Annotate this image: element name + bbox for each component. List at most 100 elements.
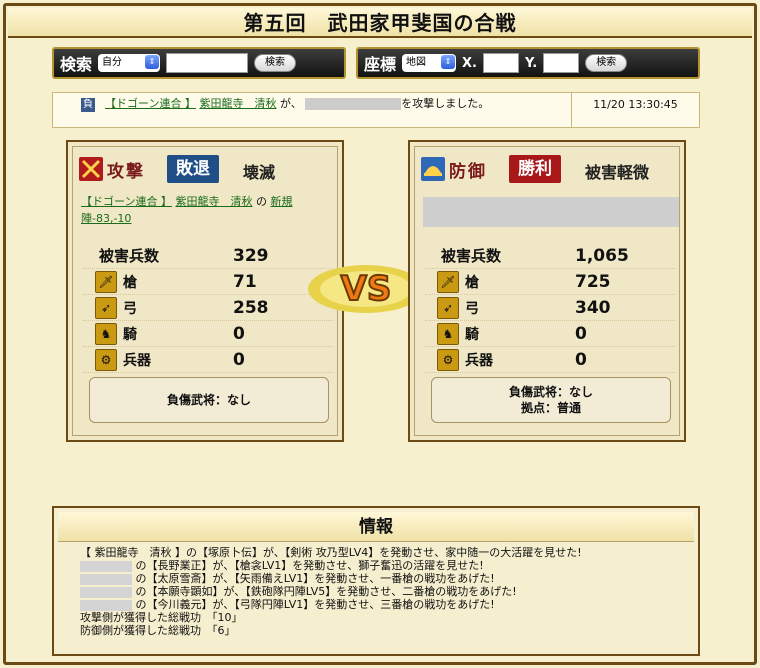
attack-spear-label: 槍 <box>123 274 137 291</box>
defense-cavalry-label: 騎 <box>465 326 479 343</box>
defense-siege-value: 0 <box>575 349 587 370</box>
select-arrows-icon: ⇕ <box>441 55 456 69</box>
defense-bow-label: 弓 <box>465 300 479 317</box>
attack-total-value: 329 <box>233 245 269 266</box>
y-coord-input[interactable] <box>543 53 580 73</box>
defense-cavalry-row: ♞ 騎 0 <box>425 321 675 347</box>
attack-panel: 攻撃 敗退 壊滅 【ドゴーン連合 】 紫田龍寺 清秋 の 新規陣-83,-10 … <box>66 140 344 442</box>
defense-base-text: 拠点：普通 <box>520 401 581 415</box>
horse-icon: ♞ <box>437 322 459 345</box>
attack-siege-row: ⚙ 兵器 0 <box>83 347 333 373</box>
search-button[interactable]: 検索 <box>254 54 297 72</box>
attacker-info: 【ドゴーン連合 】 紫田龍寺 清秋 の 新規陣-83,-10 <box>81 193 337 227</box>
attack-siege-value: 0 <box>233 349 245 370</box>
coords-toolbar: 座標 地図 ⇕ X. Y. 検索 <box>356 47 700 79</box>
map-select[interactable]: 地図 ⇕ <box>402 54 457 72</box>
attack-spear-row: 🗡 槍 71 <box>83 269 333 295</box>
attack-wounded-text: 負傷武将：なし <box>166 393 251 407</box>
attack-cavalry-label: 騎 <box>123 326 137 343</box>
message-time: 11/20 13:30:45 <box>571 93 699 127</box>
info-line: 【 紫田龍寺 清秋 】の【塚原卜伝】が、【剣術 攻乃型LV4】を発動させ、家中随… <box>80 546 582 559</box>
attacker-location-sep: の <box>255 195 267 208</box>
select-arrows-icon: ⇕ <box>145 55 160 69</box>
redacted-player <box>80 573 132 585</box>
attack-result-badge: 敗退 <box>167 155 219 183</box>
attack-role: 攻撃 <box>107 162 145 182</box>
attack-wounded-box: 負傷武将：なし <box>89 377 329 423</box>
svg-text:VS: VS <box>341 269 392 309</box>
info-title: 情報 <box>58 512 694 542</box>
siege-weapon-icon: ⚙ <box>437 348 459 371</box>
info-lines: 【 紫田龍寺 清秋 】の【塚原卜伝】が、【剣術 攻乃型LV4】を発動させ、家中随… <box>80 546 680 637</box>
defense-damage-status: 被害軽微 <box>585 163 650 182</box>
attack-damage-status: 壊滅 <box>243 163 276 182</box>
map-select-value: 地図 <box>406 57 427 68</box>
defense-total-value: 1,065 <box>575 245 629 266</box>
defense-siege-label: 兵器 <box>465 352 493 369</box>
coords-search-button[interactable]: 検索 <box>585 54 628 72</box>
attacker-alliance-link[interactable]: 【ドゴーン連合 】 <box>81 195 172 208</box>
info-panel: 情報 【 紫田龍寺 清秋 】の【塚原卜伝】が、【剣術 攻乃型LV4】を発動させ、… <box>52 506 700 656</box>
defense-siege-row: ⚙ 兵器 0 <box>425 347 675 373</box>
x-coord-input[interactable] <box>482 53 519 73</box>
attack-total-row: 被害兵数 329 <box>83 243 333 269</box>
defense-role: 防御 <box>449 162 487 182</box>
defense-merit: 防御側が獲得した総戦功 「6」 <box>80 624 236 637</box>
defense-wounded-box: 負傷武将：なし 拠点：普通 <box>431 377 671 423</box>
spear-icon: 🗡 <box>95 270 117 293</box>
attack-cavalry-value: 0 <box>233 323 245 344</box>
defense-spear-value: 725 <box>575 271 611 292</box>
search-scope-value: 自分 <box>102 57 123 68</box>
attack-bow-label: 弓 <box>123 300 137 317</box>
coords-label: 座標 <box>364 55 397 74</box>
attack-panel-inner: 攻撃 敗退 壊滅 【ドゴーン連合 】 紫田龍寺 清秋 の 新規陣-83,-10 … <box>72 146 338 436</box>
info-line-text: の【本願寺顕如】が、【鉄砲隊円陣LV5】を発動させ、二番槍の戦功をあげた! <box>135 585 517 598</box>
redacted-target <box>305 98 402 110</box>
bow-icon: ➶ <box>95 296 117 319</box>
spear-icon: 🗡 <box>437 270 459 293</box>
search-label: 検索 <box>60 55 93 74</box>
x-label: X. <box>462 55 477 71</box>
info-line-text: の【太原雪斎】が、【矢雨備えLV1】を発動させ、一番槍の戦功をあげた! <box>135 572 495 585</box>
defense-cavalry-value: 0 <box>575 323 587 344</box>
defense-stats: 被害兵数 1,065 🗡 槍 725 ➶ 弓 340 ♞ 騎 0 ⚙ 兵器 0 <box>425 243 675 373</box>
defense-spear-label: 槍 <box>465 274 479 291</box>
attack-bow-row: ➶ 弓 258 <box>83 295 333 321</box>
attack-stats: 被害兵数 329 🗡 槍 71 ➶ 弓 258 ♞ 騎 0 ⚙ 兵器 0 <box>83 243 333 373</box>
horse-icon: ♞ <box>95 322 117 345</box>
info-line: の【本願寺顕如】が、【鉄砲隊円陣LV5】を発動させ、二番槍の戦功をあげた! <box>80 585 680 598</box>
defense-total-row: 被害兵数 1,065 <box>425 243 675 269</box>
redacted-defender <box>423 197 679 227</box>
y-label: Y. <box>524 55 538 71</box>
defense-total-label: 被害兵数 <box>441 247 502 265</box>
search-scope-select[interactable]: 自分 ⇕ <box>98 54 161 72</box>
attack-bow-value: 258 <box>233 297 269 318</box>
redacted-player <box>80 599 132 611</box>
attacker-player-link[interactable]: 紫田龍寺 清秋 <box>175 195 252 208</box>
defense-bow-value: 340 <box>575 297 611 318</box>
defense-panel: 防御 勝利 被害軽微 被害兵数 1,065 🗡 槍 725 ➶ 弓 340 ♞ … <box>408 140 686 442</box>
attack-spear-value: 71 <box>233 271 257 292</box>
defense-helmet-icon <box>421 157 445 181</box>
message-tail: を攻撃しました。 <box>401 97 490 110</box>
info-line: の【長野業正】が、【槍衾LV1】を発動させ、獅子奮迅の活躍を見せた! <box>80 559 680 572</box>
message-alliance-link[interactable]: 【ドゴーン連合 】 <box>105 97 196 110</box>
info-line: の【今川義元】が、【弓隊円陣LV1】を発動させ、三番槍の戦功をあげた! <box>80 598 680 611</box>
info-line: の【太原雪斎】が、【矢雨備えLV1】を発動させ、一番槍の戦功をあげた! <box>80 572 680 585</box>
attack-siege-label: 兵器 <box>123 352 151 369</box>
defense-wounded-text: 負傷武将：なし <box>508 385 593 399</box>
defense-spear-row: 🗡 槍 725 <box>425 269 675 295</box>
redacted-player <box>80 586 132 598</box>
page-title: 第五回 武田家甲斐国の合戦 <box>8 8 752 38</box>
message-player-link[interactable]: 紫田龍寺 清秋 <box>199 97 276 110</box>
attack-merit: 攻撃側が獲得した総戦功 「10」 <box>80 611 243 624</box>
lose-badge: 負 <box>81 98 95 112</box>
redacted-player <box>80 560 132 572</box>
message-mid: が、 <box>279 97 302 110</box>
message-text: 負【ドゴーン連合 】 紫田龍寺 清秋 が、 を攻撃しました。 <box>81 97 561 112</box>
search-input[interactable] <box>166 53 249 73</box>
attack-total-label: 被害兵数 <box>99 247 160 265</box>
attack-swords-icon <box>79 157 103 181</box>
attack-cavalry-row: ♞ 騎 0 <box>83 321 333 347</box>
battle-message: 負【ドゴーン連合 】 紫田龍寺 清秋 が、 を攻撃しました。 11/20 13:… <box>52 92 700 128</box>
